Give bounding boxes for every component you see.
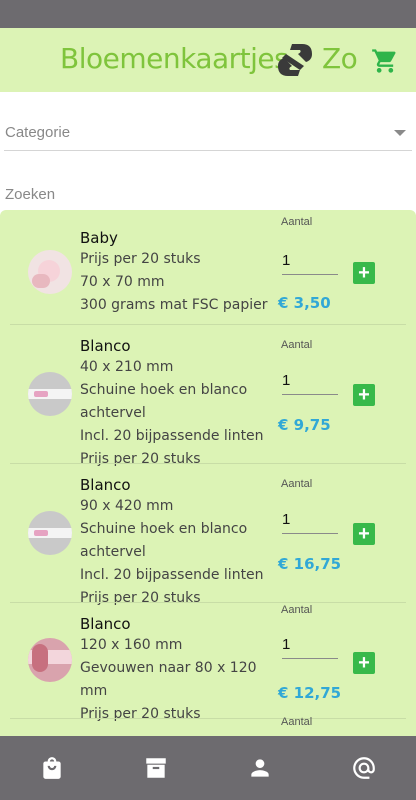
add-to-cart-button[interactable]: + [353,523,375,545]
product-title: Blanco [80,337,131,355]
product-detail: Schuine hoek en blanco [80,521,248,537]
quantity-label: Aantal [281,339,313,351]
product-list: Baby Prijs per 20 stuks 70 x 70 mm 300 g… [0,210,416,736]
nav-contact[interactable] [350,754,378,782]
category-label: Categorie [5,124,71,141]
status-bar [0,0,416,28]
product-row: Blanco 40 x 210 mm Schuine hoek en blanc… [0,324,416,467]
nav-archive[interactable] [142,754,170,782]
app-header: Bloemenkaartjes Zo [0,28,416,92]
product-detail: 300 grams mat FSC papier [80,297,268,313]
product-price: € 12,75 [278,684,342,702]
product-detail: 40 x 210 mm [80,359,174,375]
product-image[interactable] [28,250,72,294]
brand-name: Bloemenkaartjes [60,42,289,75]
product-detail: Gevouwen naar 80 x 120 [80,660,257,676]
product-title: Baby [80,229,118,247]
product-row: Blanco 120 x 160 mm Gevouwen naar 80 x 1… [0,602,416,722]
at-sign-icon [353,757,375,779]
quantity-label: Aantal [281,478,313,490]
product-detail: achtervel [80,405,146,421]
product-detail: Incl. 20 bijpassende linten [80,428,264,444]
product-detail: Incl. 20 bijpassende linten [80,567,264,583]
chevron-down-icon [394,130,406,136]
add-to-cart-button[interactable]: + [353,262,375,284]
product-row: Aantal [0,716,416,736]
quantity-input[interactable]: 1 [282,368,338,395]
product-image[interactable] [28,372,72,416]
product-detail: 70 x 70 mm [80,274,165,290]
product-detail: 120 x 160 mm [80,637,183,653]
product-detail: Schuine hoek en blanco [80,382,248,398]
category-select[interactable]: Categorie [4,114,412,151]
nav-account[interactable] [246,754,274,782]
product-title: Blanco [80,476,131,494]
product-detail: Prijs per 20 stuks [80,251,201,267]
quantity-input[interactable]: 1 [282,632,338,659]
quantity-label: Aantal [281,216,313,228]
product-detail: mm [80,683,108,699]
add-to-cart-button[interactable]: + [353,384,375,406]
product-detail: achtervel [80,544,146,560]
shopping-cart-icon [372,49,396,73]
product-price: € 9,75 [278,416,331,434]
brand-logo-icon [278,44,312,76]
quantity-label: Aantal [281,604,313,616]
search-label: Zoeken [5,186,56,203]
quantity-input[interactable]: 1 [282,248,338,275]
product-image[interactable] [28,638,72,682]
product-price: € 3,50 [278,294,331,312]
add-to-cart-button[interactable]: + [353,652,375,674]
nav-shop[interactable] [38,754,66,782]
product-row: Baby Prijs per 20 stuks 70 x 70 mm 300 g… [0,210,416,324]
search-input[interactable]: Zoeken [4,176,412,212]
cart-button[interactable] [368,44,402,78]
archive-icon [146,758,166,778]
product-price: € 16,75 [278,555,342,573]
brand-suffix: Zo [322,42,358,75]
person-icon [251,759,269,777]
product-image[interactable] [28,511,72,555]
bottom-navigation [0,736,416,800]
shopping-bag-icon [43,757,61,779]
quantity-input[interactable]: 1 [282,507,338,534]
quantity-label: Aantal [281,716,313,728]
product-detail: 90 x 420 mm [80,498,174,514]
product-row: Blanco 90 x 420 mm Schuine hoek en blanc… [0,463,416,606]
product-title: Blanco [80,615,131,633]
